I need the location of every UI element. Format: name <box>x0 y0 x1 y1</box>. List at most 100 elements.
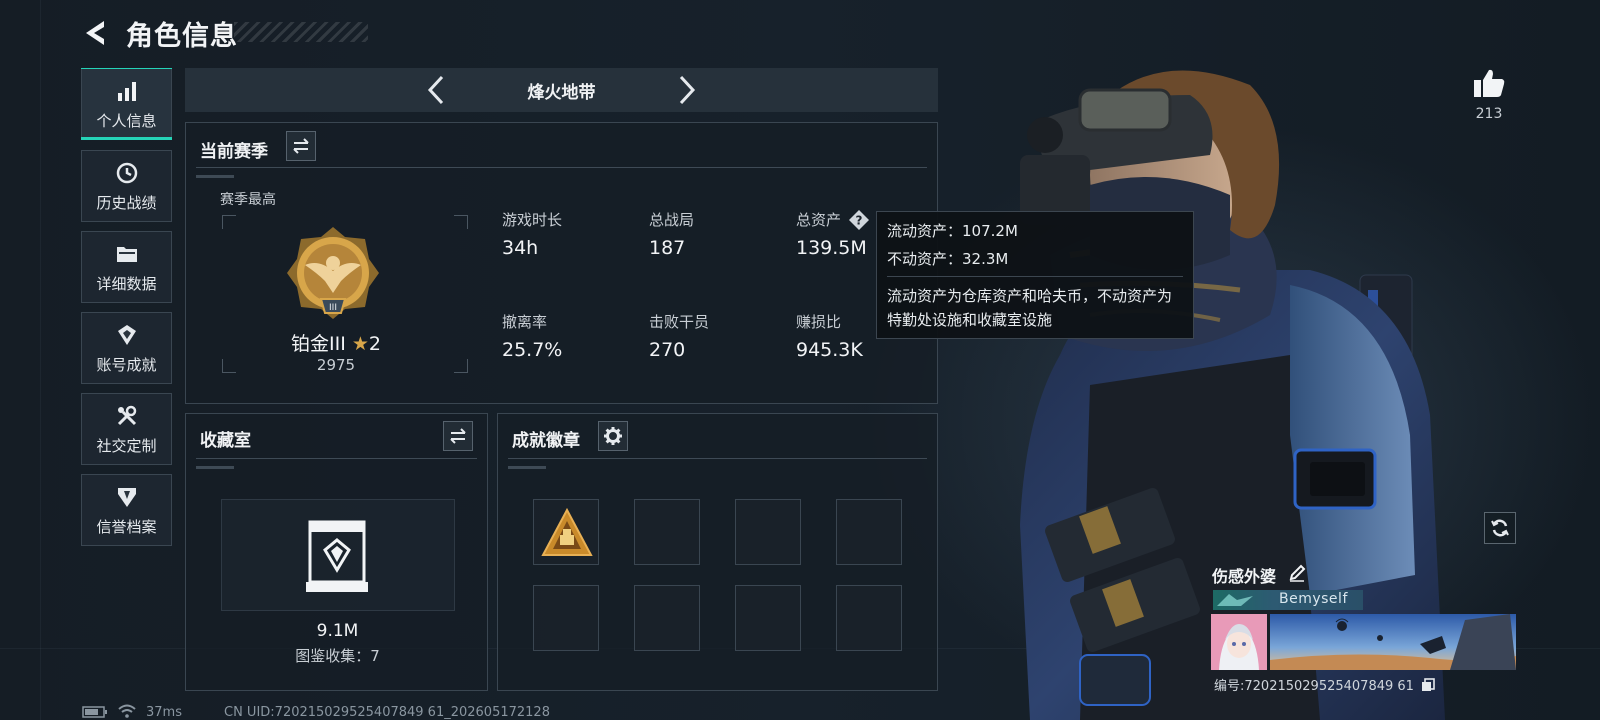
stat-label: 赚损比 <box>796 313 842 331</box>
assets-tooltip: 流动资产：107.2M 不动资产：32.3M 流动资产为仓库资产和哈夫币，不动资… <box>876 211 1194 339</box>
sidebar-item-label: 详细数据 <box>96 274 157 293</box>
sidebar-item-social[interactable]: 社交定制 <box>81 393 172 465</box>
badge-slot[interactable] <box>634 585 700 651</box>
frame-corner <box>222 215 236 229</box>
player-name: 伤感外婆 <box>1212 567 1277 586</box>
rank-stars: 2 <box>368 333 381 355</box>
battery-icon <box>82 706 107 718</box>
sidebar-item-achievements[interactable]: 账号成就 <box>81 312 172 384</box>
mode-selector: 烽火地带 <box>185 68 938 112</box>
rank-name: 铂金III <box>291 333 346 355</box>
title-decoration <box>234 22 368 42</box>
badge-slot[interactable] <box>836 585 902 651</box>
swap-collection-button[interactable] <box>443 421 473 451</box>
sidebar-item-credit[interactable]: 信誉档案 <box>81 474 172 546</box>
season-best-label: 赛季最高 <box>220 192 276 208</box>
history-clock-icon <box>114 160 140 186</box>
divider-mark <box>196 466 234 469</box>
shield-credit-icon <box>114 484 140 510</box>
bar-chart-icon <box>114 78 140 104</box>
player-tag: Bemyself <box>1279 591 1348 607</box>
vault-icon <box>306 520 368 592</box>
ping-text: 37ms <box>146 705 182 720</box>
divider <box>508 458 927 459</box>
swap-season-button[interactable] <box>286 131 316 161</box>
divider-mark <box>196 175 234 178</box>
grid-line <box>40 0 41 720</box>
sidebar-item-label: 账号成就 <box>96 355 157 374</box>
copy-icon[interactable] <box>1421 678 1435 692</box>
stat-value: 34h <box>502 237 539 259</box>
collection-preview[interactable] <box>221 499 455 611</box>
rank-line: 铂金III ★2 <box>186 329 486 356</box>
sidebar-item-label: 社交定制 <box>96 436 157 455</box>
chevron-right-icon[interactable] <box>671 74 701 106</box>
page-title: 角色信息 <box>126 21 238 52</box>
fixed-assets-text: 不动资产：32.3M <box>887 250 1009 268</box>
avatar[interactable] <box>1211 614 1267 670</box>
badge-slot[interactable] <box>836 499 902 565</box>
swap-icon <box>450 428 466 444</box>
gear-icon <box>604 427 622 445</box>
frame-corner <box>454 215 468 229</box>
divider-mark <box>508 466 546 469</box>
mode-label: 烽火地带 <box>527 83 596 103</box>
player-banner[interactable] <box>1270 614 1516 670</box>
stat-label: 总战局 <box>649 211 695 229</box>
divider <box>196 167 927 168</box>
help-icon[interactable]: ? <box>847 208 871 232</box>
stat-value: 945.3K <box>796 339 863 361</box>
collection-panel: 收藏室 9.1M 图鉴收集：7 <box>185 413 488 691</box>
folder-icon <box>114 241 140 267</box>
season-title: 当前赛季 <box>200 142 268 162</box>
back-arrow-icon[interactable] <box>80 18 110 48</box>
sidebar-item-label: 个人信息 <box>96 111 157 130</box>
collection-title: 收藏室 <box>200 431 251 451</box>
player-tag-bar: Bemyself <box>1213 590 1363 610</box>
divider <box>887 276 1183 277</box>
rank-score: 2975 <box>316 356 356 374</box>
rank-emblem-icon: III <box>287 227 379 319</box>
achievements-settings-button[interactable] <box>598 421 628 451</box>
refresh-icon <box>1491 519 1509 537</box>
svg-text:?: ? <box>856 214 863 228</box>
likes-count: 213 <box>1475 106 1503 122</box>
season-panel: 当前赛季 赛季最高 III 铂金III ★2 2975 游戏时长 34h 总战局… <box>185 122 938 404</box>
sidebar-item-personal-info[interactable]: 个人信息 <box>81 68 172 140</box>
edit-pencil-icon[interactable] <box>1288 564 1306 582</box>
stat-label: 总资产 <box>796 211 842 229</box>
tag-emblem-icon <box>1217 594 1253 606</box>
swap-icon <box>293 138 309 154</box>
achievement-icon <box>114 322 140 348</box>
badge-slot[interactable] <box>735 585 801 651</box>
collection-value: 9.1M <box>316 621 359 641</box>
wifi-icon <box>118 704 136 718</box>
uid-text: CN UID:720215029525407849 61_20260517212… <box>224 705 550 720</box>
sidebar-item-label: 信誉档案 <box>96 517 157 536</box>
badge-slot[interactable] <box>533 499 599 565</box>
liquid-assets-text: 流动资产：107.2M <box>887 222 1018 240</box>
badge-slot[interactable] <box>533 585 599 651</box>
thumbs-up-icon[interactable] <box>1473 68 1505 98</box>
divider <box>196 458 477 459</box>
svg-text:III: III <box>329 303 337 313</box>
stat-value: 270 <box>649 339 686 361</box>
stat-value: 139.5M <box>796 237 867 259</box>
achievements-title: 成就徽章 <box>512 431 580 451</box>
player-id-text: 编号:720215029525407849 61 <box>1214 679 1414 694</box>
collection-count: 图鉴收集：7 <box>295 647 380 665</box>
stat-value: 187 <box>649 237 686 259</box>
badge-slot[interactable] <box>735 499 801 565</box>
assets-description: 流动资产为仓库资产和哈夫币，不动资产为特勤处设施和收藏室设施 <box>887 287 1173 329</box>
achievements-panel: 成就徽章 <box>497 413 938 691</box>
sidebar-item-label: 历史战绩 <box>96 193 157 212</box>
stat-label: 游戏时长 <box>502 211 563 229</box>
sidebar-item-detailed-data[interactable]: 详细数据 <box>81 231 172 303</box>
stat-label: 撤离率 <box>502 313 548 331</box>
pyramid-badge-icon <box>541 507 593 556</box>
refresh-button[interactable] <box>1484 512 1516 544</box>
stat-label: 击败干员 <box>649 313 710 331</box>
sidebar-item-history[interactable]: 历史战绩 <box>81 150 172 222</box>
badge-slot[interactable] <box>634 499 700 565</box>
star-icon: ★ <box>351 333 369 355</box>
